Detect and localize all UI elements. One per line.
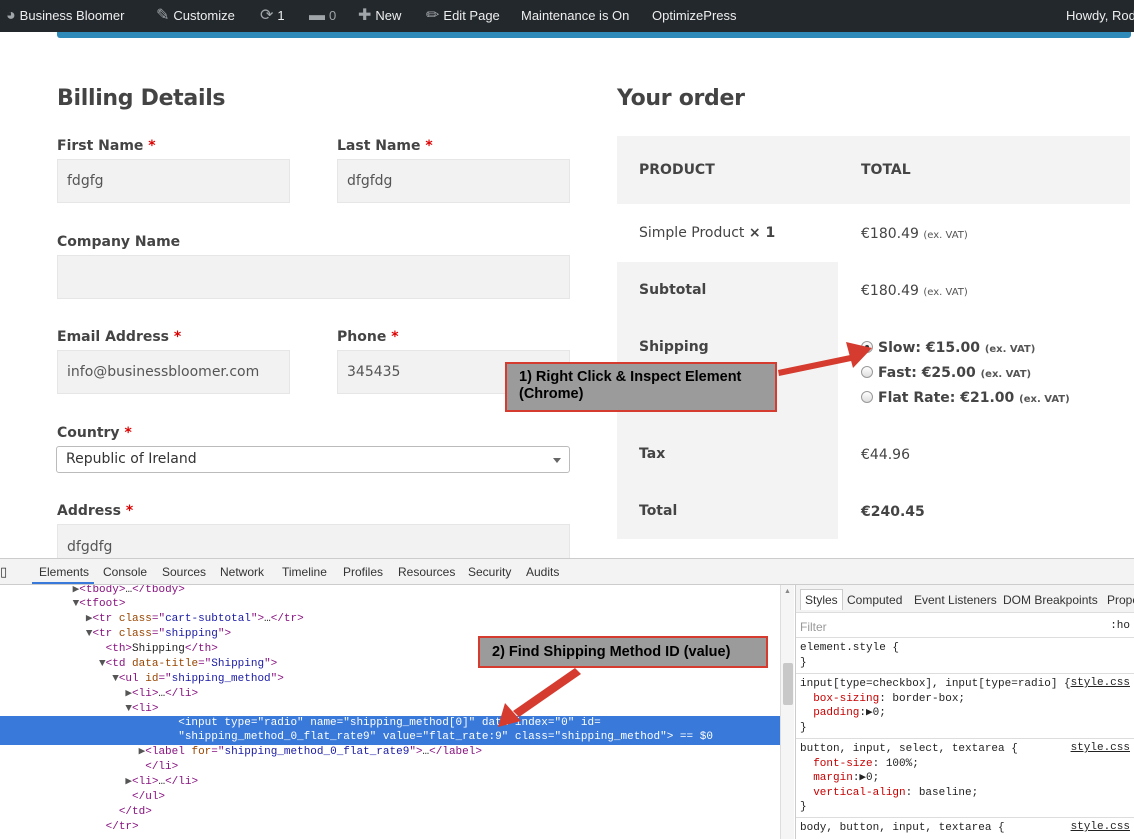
arrow-to-input-value: [498, 668, 581, 727]
annotation-arrows: [498, 342, 872, 727]
arrow-to-shipping-radio: [778, 342, 872, 376]
